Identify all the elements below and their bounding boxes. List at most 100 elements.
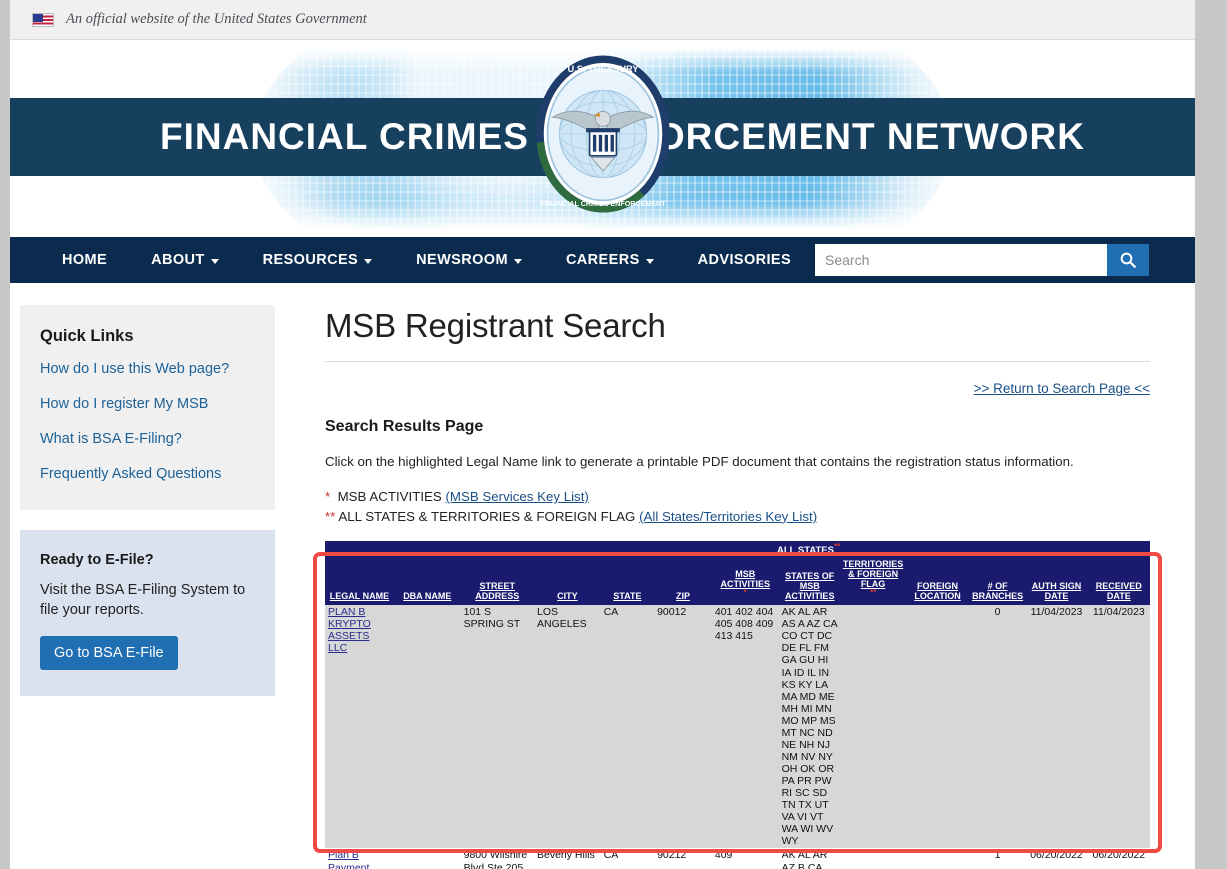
- legend-marker-single: *: [325, 489, 331, 504]
- quick-link-what-is-bsa-efiling[interactable]: What is BSA E-Filing?: [40, 430, 255, 448]
- quick-link-register-msb[interactable]: How do I register My MSB: [40, 395, 255, 413]
- go-to-bsa-efile-button[interactable]: Go to BSA E-File: [40, 636, 178, 671]
- cell-msb-activities: 409: [711, 848, 779, 869]
- col-label: TERRITORIES & FOREIGN FLAG: [842, 558, 904, 590]
- main-navigation: HOME ABOUT RESOURCES NEWSROOM CAREERS AD…: [10, 237, 1195, 283]
- return-to-search-page-link[interactable]: >> Return to Search Page <<: [974, 381, 1150, 396]
- masthead-title-left: FINANCIAL CRIMES: [160, 116, 529, 157]
- efile-title: Ready to E-File?: [40, 551, 154, 568]
- site-masthead: FINANCIAL CRIMES ENFORCEMENT NETWORK U.S…: [10, 40, 1195, 237]
- col-label: ZIP: [675, 591, 690, 602]
- quick-links-panel: Quick Links How do I use this Web page? …: [20, 305, 275, 510]
- all-states-group-header[interactable]: ALL STATES**: [711, 540, 906, 557]
- col-msb-activities[interactable]: MSB ACTIVITIES*: [711, 556, 779, 606]
- quick-links-title: Quick Links: [40, 327, 134, 345]
- nav-label: ABOUT: [151, 252, 205, 268]
- col-label: STATE: [613, 591, 642, 602]
- legal-name-link[interactable]: PLAN B KRYPTO ASSETS LLC: [328, 606, 371, 654]
- nav-label: ADVISORIES: [697, 252, 792, 268]
- legend-label-all-states: ALL STATES & TERRITORIES & FOREIGN FLAG: [338, 508, 636, 524]
- col-label: CITY: [557, 591, 578, 602]
- col-legal-name[interactable]: LEGAL NAME: [325, 556, 394, 606]
- page-scrollbar[interactable]: [1195, 0, 1227, 869]
- cell-states-of-msb-activities: AK AL AR AZ B CA CO CT DC DE FL GA HI IA…: [778, 848, 841, 869]
- col-label: DBA NAME: [403, 591, 452, 602]
- col-state[interactable]: STATE: [600, 556, 655, 606]
- sidebar: Quick Links How do I use this Web page? …: [10, 283, 285, 869]
- results-table-body: PLAN B KRYPTO ASSETS LLC 101 S SPRING ST…: [325, 605, 1150, 869]
- chevron-down-icon: [513, 258, 522, 264]
- cell-state: CA: [600, 605, 655, 849]
- col-label: STREET ADDRESS: [475, 581, 520, 602]
- page-title: MSB Registrant Search: [325, 307, 666, 344]
- nav-label: CAREERS: [565, 252, 640, 268]
- legend-label-msb-activities: MSB ACTIVITIES: [337, 489, 442, 504]
- search-input[interactable]: [815, 244, 1107, 276]
- quick-link-faq[interactable]: Frequently Asked Questions: [40, 465, 255, 483]
- msb-services-key-list-link[interactable]: (MSB Services Key List): [445, 489, 588, 504]
- cell-received-date: 06/20/2022: [1087, 848, 1150, 869]
- col-city[interactable]: CITY: [534, 556, 601, 606]
- col-marker-single: *: [743, 588, 747, 598]
- col-label: MSB ACTIVITIES: [720, 568, 770, 590]
- return-link-row: >> Return to Search Page <<: [325, 380, 1150, 398]
- col-territories-foreign-flag[interactable]: TERRITORIES & FOREIGN FLAG**: [840, 556, 906, 606]
- cell-num-branches: 1: [969, 848, 1026, 869]
- nav-item-resources[interactable]: RESOURCES: [241, 252, 394, 268]
- search-results-table: ALL STATES** LEGAL NAME DBA NAME STREET …: [325, 540, 1150, 869]
- chevron-down-icon: [364, 258, 373, 264]
- col-label: # OF BRANCHES: [972, 581, 1024, 602]
- page-body: Quick Links How do I use this Web page? …: [10, 283, 1195, 869]
- all-states-key-list-link[interactable]: (All States/Territories Key List): [639, 509, 817, 524]
- col-label: AUTH SIGN DATE: [1031, 581, 1082, 602]
- nav-label: HOME: [62, 252, 108, 268]
- cell-dba-name: [393, 848, 461, 869]
- page-viewport: An official website of the United States…: [10, 0, 1195, 869]
- cell-territories-foreign-flag: [840, 848, 906, 869]
- cell-received-date: 11/04/2023: [1087, 605, 1150, 849]
- all-states-group-label: ALL STATES: [776, 544, 834, 556]
- quick-link-how-to-use[interactable]: How do I use this Web page?: [40, 360, 255, 378]
- col-states-of-msb-activities[interactable]: STATES OF MSB ACTIVITIES: [778, 556, 841, 606]
- nav-item-home[interactable]: HOME: [40, 252, 129, 268]
- intro-text: Click on the highlighted Legal Name link…: [325, 454, 1074, 469]
- cell-street-address: 101 S SPRING ST: [460, 605, 534, 849]
- cell-legal-name: Plan B Payment Processing Co.: [325, 848, 394, 869]
- col-dba-name[interactable]: DBA NAME: [393, 556, 461, 606]
- search-button[interactable]: [1107, 244, 1149, 276]
- efile-body: Visit the BSA E-Filing System to file yo…: [40, 581, 246, 618]
- chevron-down-icon: [645, 258, 654, 264]
- results-heading: Search Results Page: [325, 418, 484, 435]
- col-auth-sign-date[interactable]: AUTH SIGN DATE: [1025, 556, 1088, 606]
- legal-name-link[interactable]: Plan B Payment Processing Co.: [328, 849, 380, 869]
- col-foreign-location[interactable]: FOREIGN LOCATION: [905, 556, 970, 606]
- nav-item-careers[interactable]: CAREERS: [544, 252, 676, 268]
- col-label: LEGAL NAME: [329, 591, 390, 602]
- nav-item-advisories[interactable]: ADVISORIES: [676, 252, 813, 268]
- legend-marker-double: **: [325, 508, 336, 524]
- col-street-address[interactable]: STREET ADDRESS: [460, 556, 534, 606]
- col-label: RECEIVED DATE: [1095, 581, 1142, 602]
- col-zip[interactable]: ZIP: [654, 556, 712, 606]
- site-search: [815, 244, 1149, 276]
- nav-label: RESOURCES: [262, 252, 359, 268]
- fincen-seal-icon: U.S. TREASURY FINANCIAL CRIMES ENFORCEME…: [535, 55, 670, 213]
- nav-item-about[interactable]: ABOUT: [129, 252, 241, 268]
- col-num-branches[interactable]: # OF BRANCHES: [969, 556, 1026, 606]
- all-states-marker: **: [833, 541, 841, 551]
- efile-panel: Ready to E-File? Visit the BSA E-Filing …: [20, 529, 275, 697]
- table-group-header-row: ALL STATES**: [325, 540, 1150, 557]
- cell-zip: 90212: [654, 848, 712, 869]
- title-divider: [325, 361, 1150, 362]
- table-column-header-row: LEGAL NAME DBA NAME STREET ADDRESS CITY …: [325, 556, 1150, 606]
- cell-states-of-msb-activities: AK AL AR AS A AZ CA CO CT DC DE FL FM GA…: [778, 605, 841, 849]
- official-government-banner: An official website of the United States…: [10, 0, 1195, 40]
- cell-territories-foreign-flag: [840, 605, 906, 849]
- col-marker-double: **: [869, 588, 877, 598]
- main-content: MSB Registrant Search >> Return to Searc…: [285, 283, 1195, 869]
- cell-city: Beverly Hills: [534, 848, 601, 869]
- nav-item-newsroom[interactable]: NEWSROOM: [394, 252, 544, 268]
- group-header-spacer: [325, 540, 712, 557]
- col-received-date[interactable]: RECEIVED DATE: [1087, 556, 1150, 606]
- cell-msb-activities: 401 402 404 405 408 409 413 415: [711, 605, 779, 849]
